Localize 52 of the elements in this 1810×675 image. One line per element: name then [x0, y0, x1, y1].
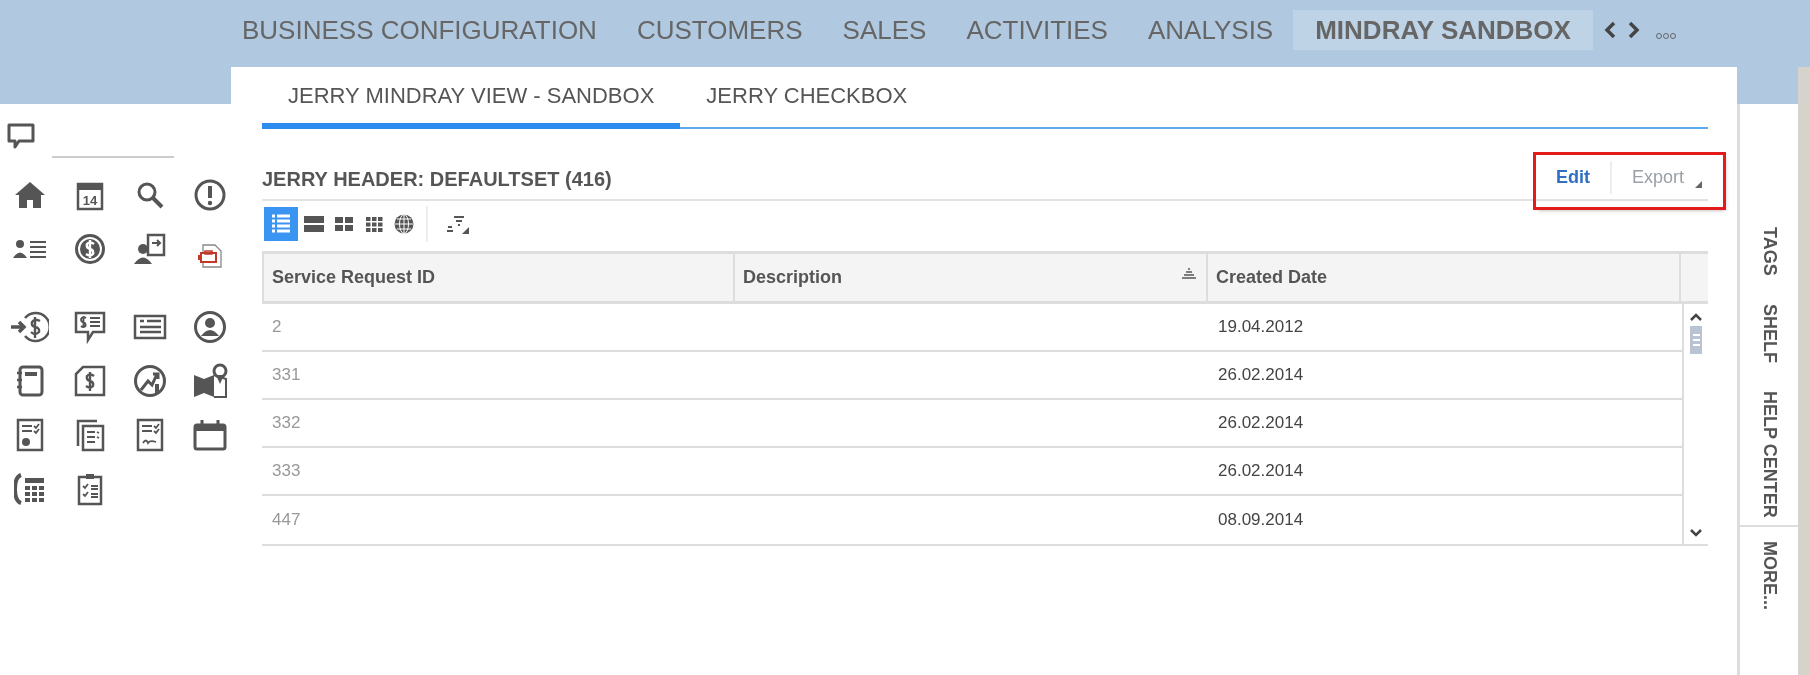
- action-button[interactable]: Edit: [1535, 160, 1612, 194]
- chevron-left-icon[interactable]: [1602, 19, 1617, 40]
- sort-icon[interactable]: [444, 213, 470, 235]
- signed-document-icon[interactable]: [136, 418, 164, 452]
- contact-list-icon[interactable]: [13, 238, 47, 260]
- side-panel-tab[interactable]: TAGS: [1758, 227, 1780, 276]
- growth-chart-icon[interactable]: [133, 364, 167, 398]
- alert-icon[interactable]: [193, 178, 227, 212]
- documents-icon[interactable]: [75, 418, 105, 452]
- table-cell-text: 447: [271, 509, 302, 531]
- table-cell-text: 26.02.2014: [1217, 460, 1305, 482]
- document-briefcase-icon[interactable]: [197, 243, 223, 269]
- table-cell-text: 26.02.2014: [1217, 364, 1305, 386]
- dollar-arrow-icon[interactable]: [11, 310, 49, 344]
- checklist-document-icon[interactable]: [16, 418, 44, 452]
- side-panel-tab[interactable]: SHELF: [1758, 303, 1780, 363]
- dollar-document-icon[interactable]: [74, 365, 106, 397]
- map-pin-icon[interactable]: [192, 363, 228, 399]
- list-title: JERRY HEADER: DEFAULTSET (416): [262, 168, 612, 192]
- calendar-icon[interactable]: [193, 419, 227, 451]
- scroll-down-icon[interactable]: [1689, 528, 1703, 538]
- view-tab[interactable]: JERRY MINDRAY VIEW - SANDBOX: [262, 83, 681, 129]
- search-icon[interactable]: [135, 180, 165, 210]
- sort-ascending-icon[interactable]: [1182, 267, 1196, 280]
- user-circle-icon[interactable]: [193, 310, 227, 344]
- table-cell-text: 333: [271, 460, 302, 482]
- table-cell-text: 26.02.2014: [1217, 412, 1305, 434]
- table-cell-text: 332: [271, 412, 302, 434]
- table-cell-text: 08.09.2014: [1217, 509, 1305, 531]
- scroll-up-icon[interactable]: [1689, 312, 1703, 322]
- table-cell-text: 331: [271, 364, 302, 386]
- column-header[interactable]: Service Request ID: [262, 254, 735, 301]
- list-view-icon[interactable]: [264, 207, 298, 241]
- column-header[interactable]: Created Date: [1208, 254, 1681, 301]
- home-icon[interactable]: [14, 180, 46, 210]
- more-icon[interactable]: [1654, 31, 1677, 40]
- scrollbar-thumb[interactable]: [1690, 326, 1702, 354]
- table-cell-text: 2: [271, 316, 283, 338]
- window-scrollbar[interactable]: [1798, 67, 1810, 675]
- view-tab[interactable]: JERRY CHECKBOX: [680, 83, 934, 129]
- phone-keypad-icon[interactable]: [14, 473, 46, 505]
- nav-tab[interactable]: MINDRAY SANDBOX: [1293, 9, 1593, 50]
- dollar-circle-icon[interactable]: [73, 232, 107, 266]
- chevron-right-icon[interactable]: [1626, 19, 1641, 40]
- user-transfer-icon[interactable]: [134, 233, 166, 265]
- notebook-icon[interactable]: [15, 365, 45, 397]
- dollar-message-icon[interactable]: [73, 310, 107, 344]
- list-card-icon[interactable]: [133, 313, 167, 341]
- side-panel-tab[interactable]: HELP CENTER: [1758, 390, 1780, 518]
- table-cell-text: 19.04.2012: [1217, 316, 1305, 338]
- clipboard-icon[interactable]: [76, 472, 104, 506]
- column-header[interactable]: Description: [735, 254, 1208, 301]
